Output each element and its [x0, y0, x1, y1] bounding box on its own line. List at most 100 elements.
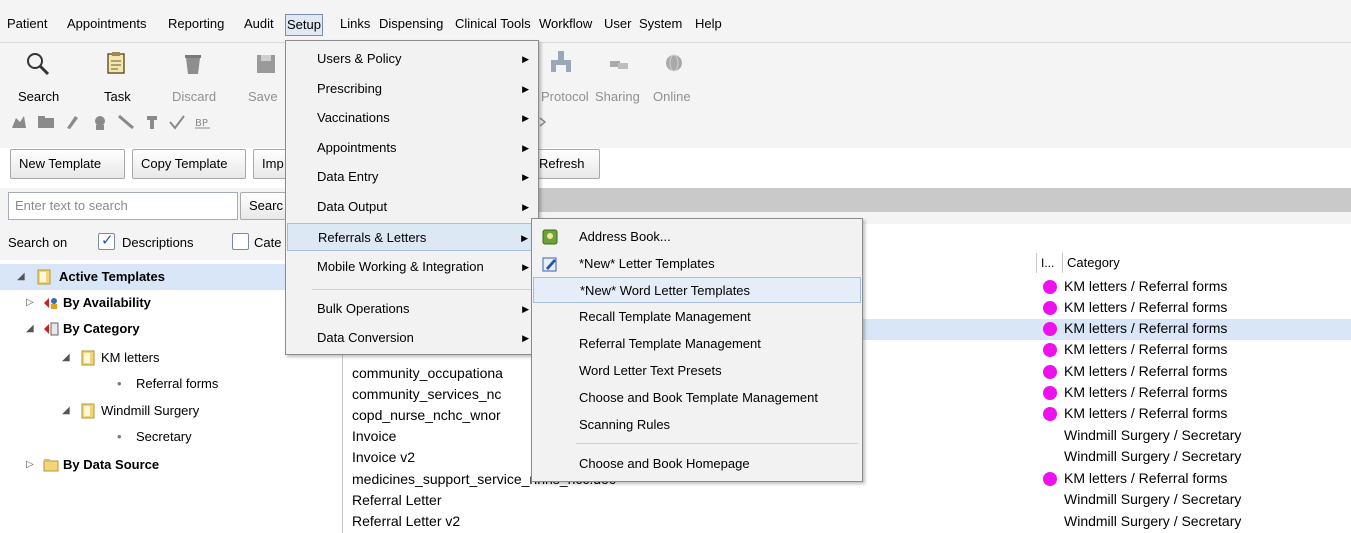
table-row-category[interactable]: KM letters / Referral forms: [1064, 318, 1227, 339]
menu-reporting[interactable]: Reporting: [167, 15, 225, 35]
expanded-triangle-icon[interactable]: ◢: [17, 264, 25, 290]
expanded-triangle-icon[interactable]: ◢: [62, 398, 70, 424]
status-dot-icon: [1043, 386, 1057, 400]
table-row-category[interactable]: Windmill Surgery / Secretary: [1064, 446, 1241, 467]
submenu-item-label: Word Letter Text Presets: [579, 363, 722, 378]
table-row-name[interactable]: community_services_nc: [352, 384, 501, 405]
expanded-triangle-icon[interactable]: ◢: [26, 316, 34, 342]
task-icon[interactable]: [105, 51, 129, 75]
menu-item-referrals-letters[interactable]: Referrals & Letters ▶: [287, 223, 537, 251]
discard-tool-label[interactable]: Discard: [172, 89, 216, 104]
submenu-referral-template-management[interactable]: Referral Template Management: [533, 331, 861, 357]
table-row-name[interactable]: copd_nurse_nchc_wnor: [352, 405, 501, 426]
table-row-category[interactable]: KM letters / Referral forms: [1064, 403, 1227, 424]
submenu-word-letter-text-presets[interactable]: Word Letter Text Presets: [533, 358, 861, 384]
descriptions-checkbox[interactable]: [98, 231, 115, 250]
bp-icon[interactable]: BP: [194, 114, 212, 130]
pill-icon[interactable]: [63, 114, 81, 130]
menu-user[interactable]: User: [603, 15, 632, 35]
search-button[interactable]: Searc: [240, 192, 290, 220]
menu-item-data-output[interactable]: Data Output ▶: [287, 193, 537, 221]
menu-item-label: Appointments: [317, 140, 397, 155]
categories-checkbox[interactable]: [232, 233, 249, 250]
menu-item-data-conversion[interactable]: Data Conversion ▶: [287, 324, 537, 352]
submenu-recall-template-management[interactable]: Recall Template Management: [533, 304, 861, 330]
search-input[interactable]: Enter text to search: [8, 192, 238, 220]
menu-system[interactable]: System: [638, 15, 683, 35]
tree-active-templates-label: Active Templates: [59, 269, 165, 284]
menu-item-mobile-working[interactable]: Mobile Working & Integration ▶: [287, 253, 537, 281]
menu-clinical-tools[interactable]: Clinical Tools: [454, 15, 532, 35]
menu-item-data-entry[interactable]: Data Entry ▶: [287, 163, 537, 191]
table-row-category[interactable]: KM letters / Referral forms: [1064, 297, 1227, 318]
table-row-name[interactable]: Invoice: [352, 426, 396, 447]
submenu-item-label: *New* Letter Templates: [579, 256, 715, 271]
search-tool-label[interactable]: Search: [18, 89, 59, 104]
table-row-category[interactable]: KM letters / Referral forms: [1064, 361, 1227, 382]
save-tool-label[interactable]: Save: [248, 89, 278, 104]
menu-appointments[interactable]: Appointments: [66, 15, 148, 35]
collapsed-triangle-icon[interactable]: ▷: [26, 452, 34, 478]
table-row-category[interactable]: KM letters / Referral forms: [1064, 339, 1227, 360]
submenu-new-word-letter-templates[interactable]: *New* Word Letter Templates: [533, 277, 861, 303]
table-row-name[interactable]: Referral Letter: [352, 490, 441, 511]
save-icon[interactable]: [254, 52, 278, 76]
search-icon[interactable]: [26, 52, 50, 76]
table-row-category[interactable]: KM letters / Referral forms: [1064, 276, 1227, 297]
menu-patient[interactable]: Patient: [6, 15, 48, 35]
sharing-icon[interactable]: [607, 51, 631, 75]
tree-referral-forms[interactable]: • Referral forms: [0, 371, 343, 397]
task-tool-label[interactable]: Task: [104, 89, 131, 104]
table-row-category[interactable]: KM letters / Referral forms: [1064, 468, 1227, 489]
table-row-category[interactable]: KM letters / Referral forms: [1064, 382, 1227, 403]
svg-text:BP: BP: [195, 118, 208, 129]
check-mark-icon[interactable]: [168, 114, 186, 130]
copy-template-button[interactable]: Copy Template: [132, 149, 246, 179]
tree-windmill-surgery[interactable]: ◢ Windmill Surgery: [0, 398, 343, 424]
column-header-category[interactable]: Category: [1063, 253, 1351, 273]
new-template-button[interactable]: New Template: [10, 149, 125, 179]
table-row-name[interactable]: Referral Letter v2: [352, 511, 460, 532]
menu-item-vaccinations[interactable]: Vaccinations ▶: [287, 104, 537, 132]
online-globe-icon[interactable]: [662, 51, 686, 75]
collapsed-triangle-icon[interactable]: ▷: [26, 290, 34, 316]
menu-item-bulk-operations[interactable]: Bulk Operations ▶: [287, 295, 537, 323]
menu-dispensing[interactable]: Dispensing: [378, 15, 444, 35]
status-dot-icon: [1043, 343, 1057, 357]
column-header-i[interactable]: I...: [1037, 253, 1063, 273]
tree-by-data-source[interactable]: ▷ By Data Source: [0, 452, 343, 478]
refresh-button[interactable]: Refresh: [530, 149, 600, 179]
table-row-category[interactable]: Windmill Surgery / Secretary: [1064, 511, 1241, 532]
patient-icon[interactable]: [10, 114, 28, 130]
online-tool-label[interactable]: Online: [653, 89, 691, 104]
table-row-name[interactable]: Invoice v2: [352, 447, 415, 468]
protocol-icon[interactable]: [549, 49, 573, 73]
table-row-category[interactable]: Windmill Surgery / Secretary: [1064, 425, 1241, 446]
expanded-triangle-icon[interactable]: ◢: [62, 345, 70, 371]
sharing-tool-label[interactable]: Sharing: [595, 89, 640, 104]
submenu-scanning-rules[interactable]: Scanning Rules: [533, 412, 861, 438]
table-row-category[interactable]: Windmill Surgery / Secretary: [1064, 489, 1241, 510]
submenu-choose-and-book-homepage[interactable]: Choose and Book Homepage: [533, 451, 861, 477]
submenu-choose-and-book-template-management[interactable]: Choose and Book Template Management: [533, 385, 861, 411]
table-row-name[interactable]: community_occupationa: [352, 363, 503, 384]
syringe-icon[interactable]: [117, 114, 135, 130]
menu-workflow[interactable]: Workflow: [538, 15, 593, 35]
discard-icon[interactable]: [181, 52, 205, 76]
menu-item-appointments[interactable]: Appointments ▶: [287, 134, 537, 162]
submenu-new-letter-templates[interactable]: *New* Letter Templates: [533, 251, 861, 277]
head-icon[interactable]: [91, 114, 109, 130]
menu-item-users-policy[interactable]: Users & Policy ▶: [287, 45, 537, 73]
protocol-tool-label[interactable]: Protocol: [541, 89, 589, 104]
menu-audit[interactable]: Audit: [243, 15, 275, 35]
test-tube-icon[interactable]: [143, 114, 161, 130]
submenu-address-book[interactable]: Address Book...: [533, 224, 861, 250]
descriptions-label: Descriptions: [122, 235, 194, 250]
menu-setup[interactable]: Setup: [285, 14, 323, 36]
menu-links[interactable]: Links: [339, 15, 371, 35]
menu-help[interactable]: Help: [694, 15, 723, 35]
folder-icon[interactable]: [37, 114, 55, 130]
column-header-name[interactable]: [863, 253, 1037, 273]
menu-item-prescribing[interactable]: Prescribing ▶: [287, 75, 537, 103]
tree-secretary[interactable]: • Secretary: [0, 424, 343, 450]
